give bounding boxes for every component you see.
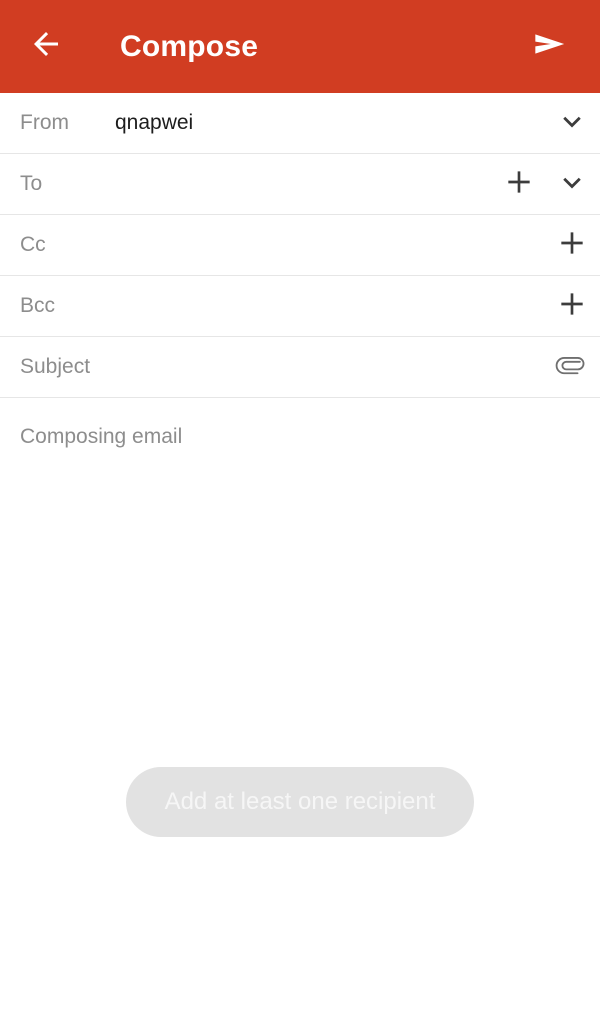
field-label-from: From [20,111,69,134]
field-label-bcc: Bcc [20,294,56,317]
bcc-input[interactable] [101,293,600,319]
plus-icon [556,227,588,264]
from-expand-button[interactable] [544,93,600,154]
field-label-to: To [20,172,43,195]
bcc-row-actions [544,276,600,336]
paperclip-icon [555,348,589,387]
field-label-cc: Cc [20,233,46,256]
email-body-placeholder: Composing email [20,425,183,448]
from-account-value: qnapwei [115,111,194,134]
to-expand-button[interactable] [544,154,600,215]
field-row-from[interactable]: From qnapwei [0,93,600,154]
subject-row-actions [544,337,600,397]
toast-message: Add at least one recipient [164,788,436,815]
field-row-cc[interactable]: Cc [0,215,600,276]
page-title: Compose [120,29,259,63]
subject-input[interactable] [136,354,600,380]
field-row-to[interactable]: To [0,154,600,215]
to-add-recipient-button[interactable] [494,154,544,215]
arrow-left-icon [28,26,64,67]
cc-add-recipient-button[interactable] [544,215,600,276]
bcc-add-recipient-button[interactable] [544,276,600,337]
back-button[interactable] [14,0,78,93]
chevron-down-icon [557,106,587,141]
cc-input[interactable] [91,232,600,258]
from-row-actions [544,93,600,153]
email-body-area[interactable]: Composing email [0,415,600,1025]
attach-file-button[interactable] [544,337,600,398]
toast-snackbar: Add at least one recipient [126,767,474,837]
plus-icon [556,288,588,325]
cc-row-actions [544,215,600,275]
app-bar: Compose [0,0,600,93]
chevron-down-icon [557,167,587,202]
field-row-bcc[interactable]: Bcc [0,276,600,337]
field-label-subject: Subject [20,355,91,378]
send-icon [530,24,570,69]
field-row-subject[interactable]: Subject [0,337,600,398]
send-button[interactable] [518,0,582,93]
compose-fields: From qnapwei To Cc Bcc Subject [0,93,600,398]
plus-icon [503,166,535,203]
to-row-actions [494,154,600,214]
